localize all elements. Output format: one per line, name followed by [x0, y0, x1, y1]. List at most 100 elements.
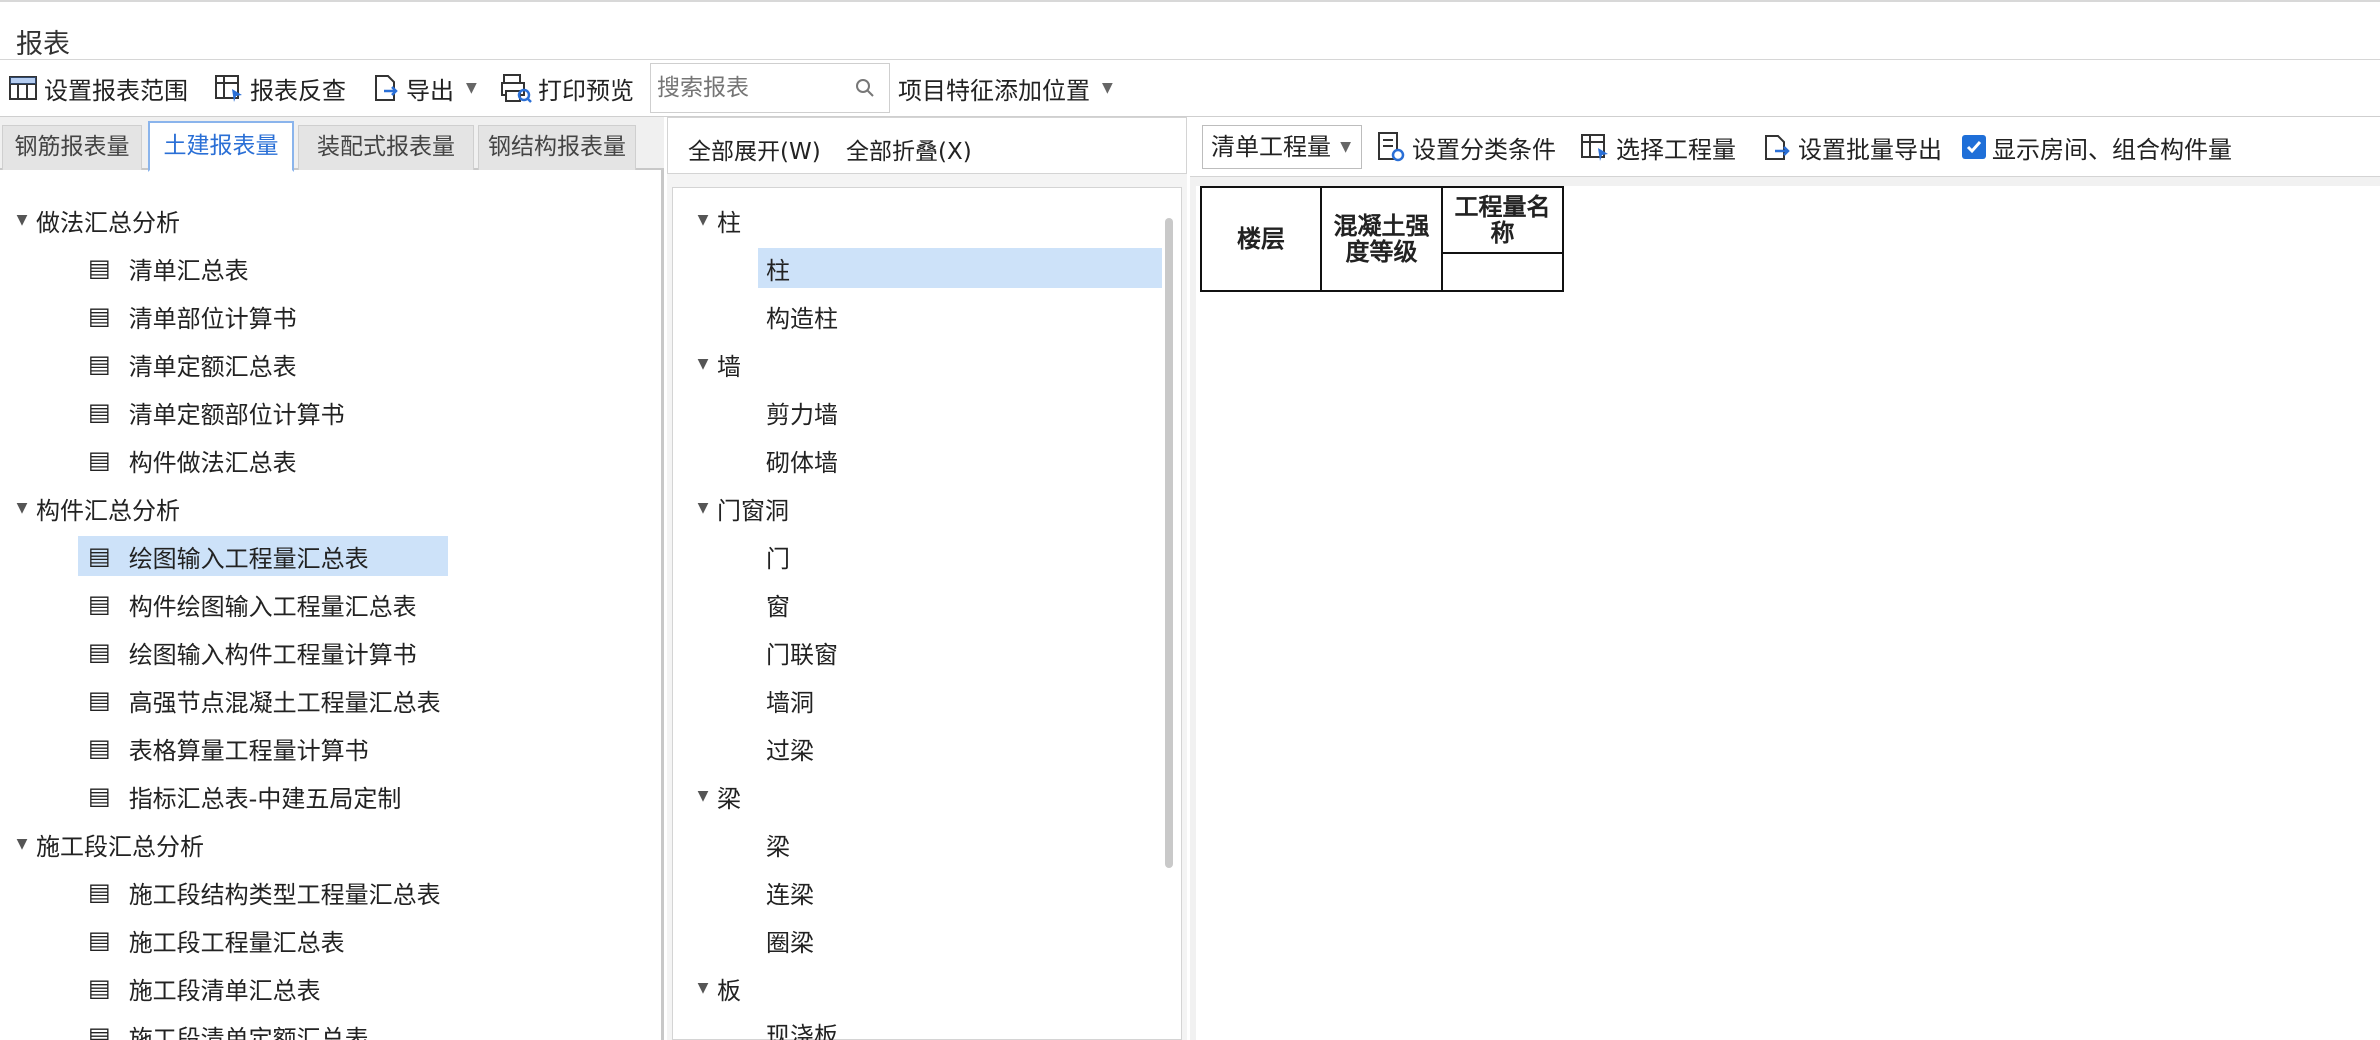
report-doc-icon: ▤: [88, 638, 111, 666]
report-table: 楼层 混凝土强度等级 工程量名称: [1200, 186, 1564, 292]
tree-item[interactable]: ▤ 清单部位计算书: [78, 296, 297, 336]
tree-item-label: 构件绘图输入工程量汇总表: [128, 592, 417, 621]
tab-civil[interactable]: 土建报表量: [148, 121, 294, 172]
tree-item[interactable]: 砌体墙: [758, 440, 838, 480]
tree-group-component[interactable]: ▼ 构件汇总分析: [8, 488, 180, 528]
report-doc-icon: ▤: [88, 590, 111, 618]
tree-item[interactable]: 剪力墙: [758, 392, 838, 432]
tree-item[interactable]: 窗: [758, 584, 790, 624]
tree-group-beam[interactable]: ▼ 梁: [689, 776, 741, 816]
feature-position-dropdown[interactable]: 项目特征添加位置 ▼: [898, 68, 1113, 108]
main-toolbar: 设置报表范围 报表反查 导出 ▼ 打印预览 项目特征添加位置 ▼: [0, 60, 2380, 117]
tree-item[interactable]: 门联窗: [758, 632, 838, 672]
tab-steel[interactable]: 钢结构报表量: [478, 125, 636, 170]
chevron-down-icon[interactable]: ▼: [689, 980, 717, 996]
report-doc-icon: ▤: [88, 350, 111, 378]
tree-item[interactable]: 构造柱: [758, 296, 838, 336]
header-floor: 楼层: [1200, 186, 1322, 292]
tree-item-label: 清单部位计算书: [128, 304, 297, 333]
tree-group-label: 构件汇总分析: [36, 496, 180, 525]
print-preview-icon: [501, 74, 532, 103]
quantity-type-select[interactable]: 清单工程量 ▼: [1202, 125, 1362, 169]
tree-group-column[interactable]: ▼ 柱: [689, 200, 741, 240]
export-dropdown-icon[interactable]: ▼: [466, 80, 477, 96]
tree-group-stage[interactable]: ▼ 施工段汇总分析: [8, 824, 204, 864]
tree-item[interactable]: 连梁: [758, 872, 814, 912]
chevron-down-icon[interactable]: ▼: [689, 212, 717, 228]
export-button[interactable]: 导出 ▼: [370, 68, 477, 108]
report-doc-icon: ▤: [88, 1022, 111, 1040]
classify-settings-icon: [1378, 132, 1405, 162]
select-quantity-icon: [1581, 134, 1608, 161]
tree-group-label: 门窗洞: [717, 496, 789, 525]
chevron-down-icon[interactable]: ▼: [8, 836, 36, 852]
tree-item-label: 施工段工程量汇总表: [128, 928, 345, 957]
report-category-tabs: 钢筋报表量 土建报表量 装配式报表量 钢结构报表量: [0, 117, 664, 172]
tab-rebar[interactable]: 钢筋报表量: [2, 125, 142, 170]
expand-all-button[interactable]: 全部展开(W): [688, 132, 821, 166]
chevron-down-icon: ▼: [1102, 80, 1113, 96]
report-search-box[interactable]: [650, 63, 890, 113]
tree-group-wall[interactable]: ▼ 墙: [689, 344, 741, 384]
collapse-all-button[interactable]: 全部折叠(X): [846, 132, 972, 166]
tree-item[interactable]: 墙洞: [758, 680, 814, 720]
tree-item[interactable]: ▤ 施工段工程量汇总表: [78, 920, 345, 960]
tree-item[interactable]: 过梁: [758, 728, 814, 768]
report-sheet: 楼层 混凝土强度等级 工程量名称: [1196, 186, 2380, 1040]
tab-prefab[interactable]: 装配式报表量: [298, 125, 474, 170]
chevron-down-icon[interactable]: ▼: [8, 500, 36, 516]
tree-item-label: 施工段结构类型工程量汇总表: [128, 880, 441, 909]
tree-item[interactable]: ▤ 构件绘图输入工程量汇总表: [78, 584, 417, 624]
tree-item[interactable]: 梁: [758, 824, 790, 864]
checkbox-checked-icon[interactable]: [1962, 135, 1986, 159]
report-doc-icon: ▤: [88, 926, 111, 954]
report-doc-icon: ▤: [88, 878, 111, 906]
print-preview-button[interactable]: 打印预览: [500, 68, 634, 108]
tree-item[interactable]: ▤ 构件做法汇总表: [78, 440, 297, 480]
tree-item[interactable]: ▤ 施工段清单汇总表: [78, 968, 321, 1008]
chevron-down-icon[interactable]: ▼: [8, 212, 36, 228]
tree-item-selected[interactable]: ▤ 绘图输入工程量汇总表: [78, 536, 448, 576]
chevron-down-icon[interactable]: ▼: [689, 356, 717, 372]
tree-item[interactable]: ▤ 施工段清单定额汇总表: [78, 1016, 369, 1040]
window-title: 报表: [16, 29, 70, 60]
tree-item-label: 清单定额部位计算书: [128, 400, 345, 429]
report-review-button[interactable]: 报表反查: [214, 68, 346, 108]
tree-item[interactable]: 圈梁: [758, 920, 814, 960]
tree-item[interactable]: ▤ 清单定额汇总表: [78, 344, 297, 384]
tree-item[interactable]: ▤ 绘图输入构件工程量计算书: [78, 632, 417, 672]
tree-item[interactable]: ▤ 施工段结构类型工程量汇总表: [78, 872, 441, 912]
tree-item-selected[interactable]: 柱: [758, 248, 1162, 288]
tree-item[interactable]: 门: [758, 536, 790, 576]
report-search-input[interactable]: [657, 72, 847, 104]
tree-group-slab[interactable]: ▼ 板: [689, 968, 741, 1008]
tree-group-openings[interactable]: ▼ 门窗洞: [689, 488, 789, 528]
tree-item[interactable]: ▤ 高强节点混凝土工程量汇总表: [78, 680, 441, 720]
quantity-type-value: 清单工程量: [1211, 133, 1331, 161]
search-icon[interactable]: [855, 78, 875, 98]
tree-item[interactable]: 现浇板: [758, 1016, 838, 1040]
select-quantity-button[interactable]: 选择工程量: [1580, 127, 1736, 167]
tree-item[interactable]: ▤ 清单定额部位计算书: [78, 392, 345, 432]
batch-export-icon: [1765, 135, 1790, 160]
batch-export-button[interactable]: 设置批量导出: [1762, 127, 1942, 167]
tree-item-label: 施工段清单定额汇总表: [128, 1024, 369, 1040]
set-classify-button[interactable]: 设置分类条件: [1376, 127, 1556, 167]
report-doc-icon: ▤: [88, 734, 111, 762]
tree-item[interactable]: ▤ 表格算量工程量计算书: [78, 728, 369, 768]
chevron-down-icon[interactable]: ▼: [689, 500, 717, 516]
tree-item[interactable]: ▤ 指标汇总表-中建五局定制: [78, 776, 401, 816]
component-filter-panel: 全部展开(W) 全部折叠(X) ▼ 柱 柱 构造柱 ▼ 墙 剪力墙 砌体墙 ▼ 门窗洞…: [667, 117, 1187, 1040]
chevron-down-icon[interactable]: ▼: [689, 788, 717, 804]
tree-group-label: 柱: [717, 208, 741, 237]
tree-group-label: 墙: [717, 352, 741, 381]
show-rooms-checkbox[interactable]: 显示房间、组合构件量: [1962, 127, 2232, 167]
set-report-range-button[interactable]: 设置报表范围: [8, 68, 188, 108]
tree-item-label: 清单汇总表: [128, 256, 249, 285]
vertical-scrollbar[interactable]: [1165, 218, 1173, 868]
tree-group-method[interactable]: ▼ 做法汇总分析: [8, 200, 180, 240]
report-doc-icon: ▤: [88, 782, 111, 810]
feature-position-label: 项目特征添加位置: [898, 76, 1090, 105]
report-doc-icon: ▤: [88, 302, 111, 330]
tree-item[interactable]: ▤ 清单汇总表: [78, 248, 249, 288]
